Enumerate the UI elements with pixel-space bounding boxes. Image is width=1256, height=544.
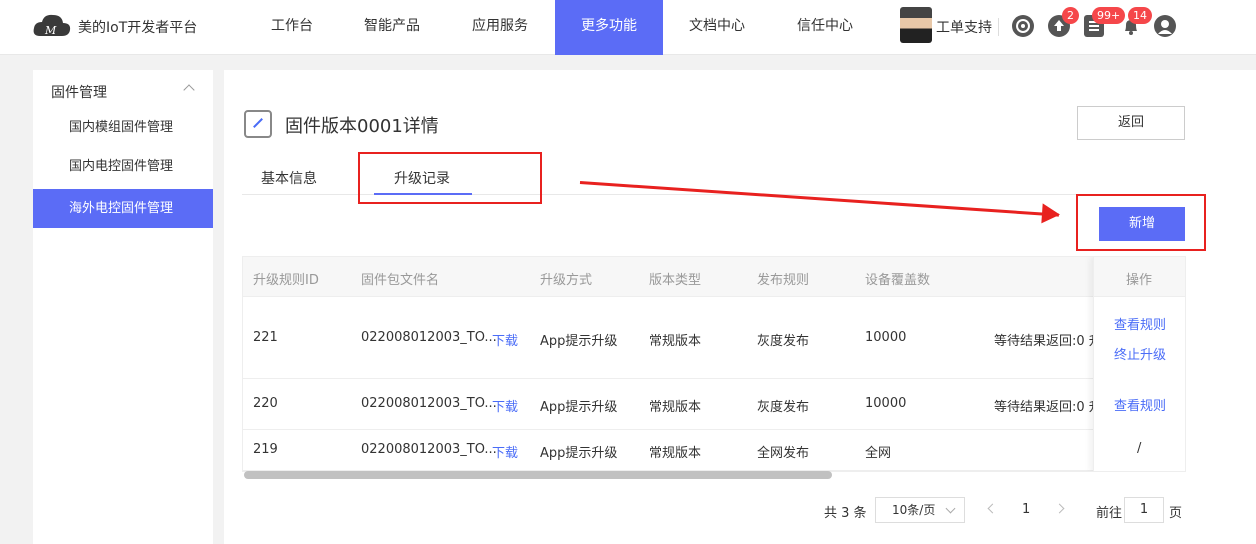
cell-release-rule: 灰度发布 <box>757 400 810 415</box>
nav-trust-center[interactable]: 信任中心 <box>789 0 861 55</box>
nav-workbench[interactable]: 工作台 <box>256 0 328 55</box>
highlight-box-tab <box>358 152 542 204</box>
cell-version-type: 常规版本 <box>649 334 702 349</box>
upgrade-records-table: 升级规则ID 固件包文件名 升级方式 版本类型 发布规则 设备覆盖数 221 0… <box>242 256 1186 472</box>
user-avatar[interactable] <box>900 7 932 43</box>
sidebar: 固件管理 国内模组固件管理 国内电控固件管理 海外电控固件管理 <box>33 70 213 544</box>
download-link[interactable]: 下载 <box>492 442 518 461</box>
sidebar-section-firmware[interactable]: 固件管理 <box>51 82 107 102</box>
cell-device-count: 全网 <box>865 446 892 461</box>
cell-rule-id: 220 <box>253 396 278 411</box>
sidebar-item-domestic-control-firmware[interactable]: 国内电控固件管理 <box>33 147 213 186</box>
nav-smart-products[interactable]: 智能产品 <box>356 0 428 55</box>
col-header-actions: 操作 <box>1126 273 1153 288</box>
actions-header: 操作 <box>1094 257 1185 297</box>
nav-app-services[interactable]: 应用服务 <box>464 0 536 55</box>
sidebar-item-domestic-module-firmware[interactable]: 国内模组固件管理 <box>33 108 213 147</box>
nav-more-features[interactable]: 更多功能 <box>555 0 663 55</box>
user-icon[interactable] <box>1154 15 1176 37</box>
upload-badge: 2 <box>1062 7 1079 24</box>
view-rule-link[interactable]: 查看规则 <box>1114 314 1166 333</box>
page-title: 固件版本0001详情 <box>285 116 439 137</box>
col-header-release-rule: 发布规则 <box>757 273 810 288</box>
notification-badge: 14 <box>1128 7 1152 24</box>
prev-page-icon[interactable] <box>987 503 998 514</box>
cell-method: App提示升级 <box>540 400 618 415</box>
main-panel: 固件版本0001详情 返回 基本信息 升级记录 新增 升级规则ID 固件包文件名… <box>224 70 1256 544</box>
cell-file-name: 022008012003_TO... <box>361 396 497 411</box>
no-action-text: / <box>1137 441 1142 456</box>
col-header-device-count: 设备覆盖数 <box>865 273 931 288</box>
cell-device-count: 10000 <box>865 396 907 411</box>
table-row: 219 022008012003_TO... 下载 App提示升级 常规版本 全… <box>243 430 1185 471</box>
cell-method: App提示升级 <box>540 446 618 461</box>
firmware-chip-icon <box>244 110 272 138</box>
col-header-method: 升级方式 <box>540 273 593 288</box>
ticket-support-link[interactable]: 工单支持 <box>936 17 992 37</box>
page-unit-label: 页 <box>1169 506 1183 521</box>
brand-name[interactable]: 美的IoT开发者平台 <box>78 17 197 37</box>
annotation-arrow <box>579 181 1059 217</box>
stop-upgrade-link[interactable]: 终止升级 <box>1114 344 1166 363</box>
next-page-icon[interactable] <box>1054 503 1065 514</box>
target-icon[interactable] <box>1012 15 1034 37</box>
cell-method: App提示升级 <box>540 334 618 349</box>
current-page[interactable]: 1 <box>1022 502 1030 517</box>
total-count: 共 3 条 <box>824 506 867 521</box>
svg-text:M: M <box>44 24 57 37</box>
col-header-rule-id: 升级规则ID <box>253 273 319 288</box>
nav-divider <box>998 18 999 36</box>
top-navbar: M 美的IoT开发者平台 工作台 智能产品 应用服务 更多功能 文档中心 信任中… <box>0 0 1256 55</box>
download-link[interactable]: 下载 <box>492 330 518 349</box>
cell-status: 等待结果返回:0 升 <box>994 400 1102 415</box>
cell-status: 等待结果返回:0 升 <box>994 334 1102 349</box>
midea-logo-icon[interactable]: M <box>32 12 72 42</box>
table-row: 220 022008012003_TO... 下载 App提示升级 常规版本 灰… <box>243 379 1185 430</box>
cell-rule-id: 221 <box>253 330 278 345</box>
nav-docs-center[interactable]: 文档中心 <box>681 0 753 55</box>
table-horizontal-scrollbar[interactable] <box>244 471 832 479</box>
actions-column: 操作 查看规则 终止升级 查看规则 / <box>1093 257 1185 471</box>
col-header-version-type: 版本类型 <box>649 273 702 288</box>
annotation-arrow-head <box>1041 203 1061 225</box>
download-link[interactable]: 下载 <box>492 396 518 415</box>
table-header: 升级规则ID 固件包文件名 升级方式 版本类型 发布规则 设备覆盖数 <box>243 257 1185 297</box>
table-row: 221 022008012003_TO... 下载 App提示升级 常规版本 灰… <box>243 298 1185 379</box>
cell-rule-id: 219 <box>253 442 278 457</box>
cell-release-rule: 灰度发布 <box>757 334 810 349</box>
tab-basic-info[interactable]: 基本信息 <box>261 168 317 188</box>
goto-label: 前往 <box>1096 506 1123 521</box>
cell-version-type: 常规版本 <box>649 446 702 461</box>
chevron-up-icon[interactable] <box>183 84 195 96</box>
goto-page-input[interactable]: 1 <box>1124 497 1164 523</box>
add-button[interactable]: 新增 <box>1099 207 1185 241</box>
view-rule-link[interactable]: 查看规则 <box>1114 395 1166 414</box>
page-size-select[interactable]: 10条/页 <box>875 497 965 523</box>
cell-version-type: 常规版本 <box>649 400 702 415</box>
back-button[interactable]: 返回 <box>1077 106 1185 140</box>
cell-release-rule: 全网发布 <box>757 446 810 461</box>
sidebar-item-overseas-control-firmware[interactable]: 海外电控固件管理 <box>33 189 213 228</box>
cell-device-count: 10000 <box>865 330 907 345</box>
col-header-file-name: 固件包文件名 <box>361 273 440 288</box>
cell-file-name: 022008012003_TO... <box>361 442 497 457</box>
cell-file-name: 022008012003_TO... <box>361 330 497 345</box>
